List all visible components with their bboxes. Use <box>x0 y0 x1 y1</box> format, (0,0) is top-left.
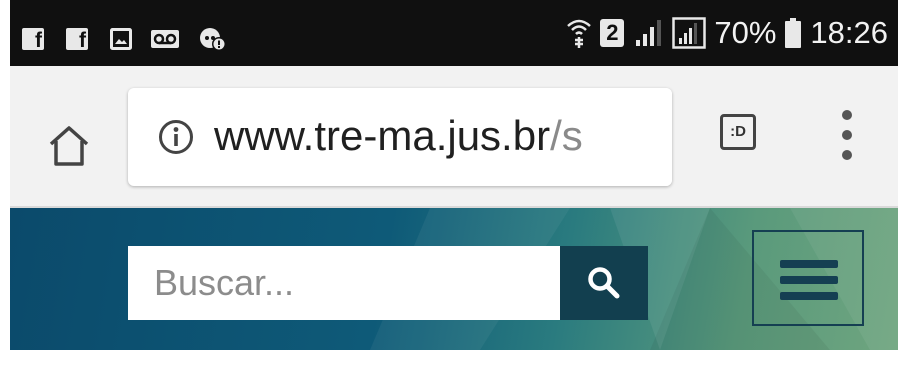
signal-icon <box>672 17 707 49</box>
sim-2-icon: 2 <box>600 19 625 47</box>
menu-icon-bar <box>780 276 838 284</box>
menu-button[interactable] <box>752 230 864 326</box>
image-icon <box>110 28 132 50</box>
page-content-start <box>0 350 898 365</box>
wifi-calling-icon <box>567 19 592 48</box>
notification-icon <box>200 28 226 51</box>
screen-edge <box>0 0 10 365</box>
url-text[interactable]: www.tre-ma.jus.br/s <box>214 112 583 160</box>
facebook-icon: f <box>22 28 44 50</box>
menu-icon-bar <box>780 292 838 300</box>
facebook-icon: f <box>66 28 88 50</box>
menu-icon-bar <box>780 260 838 268</box>
search-icon <box>588 267 620 299</box>
address-bar[interactable]: www.tre-ma.jus.br/s <box>128 88 672 186</box>
url-host: www.tre-ma.jus.br <box>214 112 551 159</box>
battery-percent: 70% <box>714 15 777 50</box>
tab-switcher-button[interactable]: :D <box>720 114 756 150</box>
battery-icon <box>785 18 802 48</box>
site-header <box>10 208 898 350</box>
info-icon[interactable] <box>158 119 194 155</box>
search-box <box>128 246 560 320</box>
dot-icon <box>842 150 852 160</box>
search-button[interactable] <box>560 246 648 320</box>
search-input[interactable] <box>128 246 560 320</box>
dot-icon <box>842 110 852 120</box>
url-path: /s <box>550 112 583 159</box>
status-right-icons: 2 70% 18:26 <box>566 0 888 66</box>
status-bar: f f 2 70% 18:26 <box>10 0 898 66</box>
status-time: 18:26 <box>810 15 888 50</box>
more-options-button[interactable] <box>840 110 854 160</box>
home-icon[interactable] <box>46 122 92 168</box>
voicemail-icon <box>151 30 179 48</box>
signal-icon <box>636 20 662 46</box>
dot-icon <box>842 130 852 140</box>
browser-toolbar: www.tre-ma.jus.br/s :D <box>10 66 898 208</box>
address-fade <box>632 88 672 186</box>
sim-label: 2 <box>606 20 619 45</box>
